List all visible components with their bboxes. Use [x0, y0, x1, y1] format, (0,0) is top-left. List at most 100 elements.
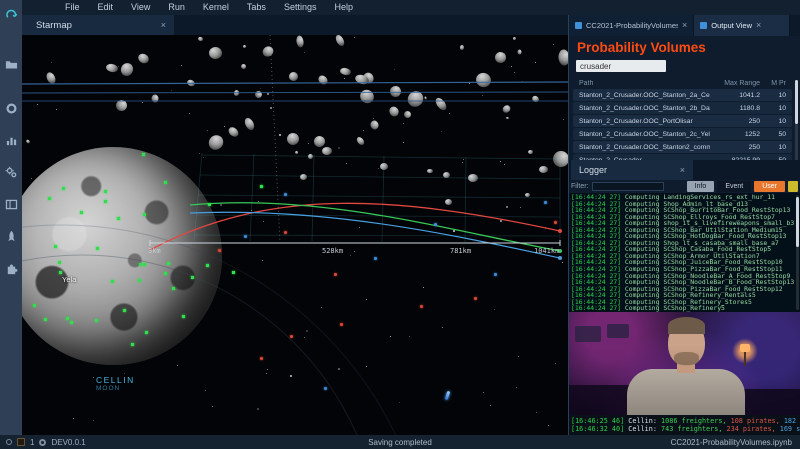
- folder-icon[interactable]: [3, 56, 19, 72]
- poi-marker-red[interactable]: [340, 323, 343, 326]
- poi-marker-blue[interactable]: [494, 273, 497, 276]
- poi-marker-green[interactable]: [208, 203, 211, 206]
- warning-filter-button[interactable]: [788, 181, 798, 192]
- event-filter-button[interactable]: Event: [717, 181, 751, 192]
- starmap-viewport[interactable]: 3km528km781km1041km Yela CELLIN MOON: [22, 35, 568, 435]
- chart-icon[interactable]: [3, 132, 19, 148]
- cell-m-pr: 10: [760, 92, 786, 99]
- table-row[interactable]: Stanton_2_Crusader.OOC_Stanton2_comm_001…: [573, 141, 792, 153]
- poi-marker-blue[interactable]: [434, 223, 437, 226]
- poi-marker-red[interactable]: [420, 305, 423, 308]
- menu-item-tabs[interactable]: Tabs: [238, 0, 275, 15]
- poi-marker-green[interactable]: [182, 315, 185, 318]
- info-filter-button[interactable]: Info: [687, 181, 715, 192]
- log-scrollbar[interactable]: [796, 195, 799, 310]
- tab-logger-label: Logger: [579, 165, 607, 175]
- poi-marker-green[interactable]: [58, 261, 61, 264]
- background-screen: [607, 324, 629, 338]
- poi-marker-green[interactable]: [104, 190, 107, 193]
- layout-icon[interactable]: [3, 196, 19, 212]
- poi-marker-green[interactable]: [260, 185, 263, 188]
- poi-marker-blue[interactable]: [324, 387, 327, 390]
- menu-item-file[interactable]: File: [56, 0, 89, 15]
- poi-marker-blue[interactable]: [244, 235, 247, 238]
- menu-item-help[interactable]: Help: [325, 0, 362, 15]
- tab-starmap[interactable]: Starmap ×: [22, 15, 174, 35]
- table-row[interactable]: Stanton_2_Crusader.OOC_Stanton_2a_Cellin…: [573, 89, 792, 101]
- puzzle-icon[interactable]: [3, 260, 19, 276]
- poi-marker-green[interactable]: [117, 217, 120, 220]
- poi-marker-green[interactable]: [96, 247, 99, 250]
- close-icon[interactable]: ×: [682, 20, 687, 30]
- record-icon[interactable]: [3, 100, 19, 116]
- poi-marker-green[interactable]: [206, 264, 209, 267]
- poi-marker-red[interactable]: [554, 221, 557, 224]
- poi-marker-green[interactable]: [104, 200, 107, 203]
- poi-marker-red[interactable]: [474, 297, 477, 300]
- poi-marker-green[interactable]: [232, 271, 235, 274]
- poi-marker-green[interactable]: [111, 280, 114, 283]
- poi-marker-green[interactable]: [62, 187, 65, 190]
- poi-label[interactable]: Yela: [62, 275, 76, 284]
- header-m-pr: M Pr: [760, 80, 786, 87]
- tab-output-view[interactable]: Output View ×: [694, 14, 790, 36]
- poi-marker-red[interactable]: [334, 273, 337, 276]
- poi-marker-blue[interactable]: [284, 193, 287, 196]
- stat-sv-f: 1086 freighters,: [661, 417, 731, 425]
- table-row[interactable]: Stanton_2_Crusader.OOC_Stanton_2c_Yela12…: [573, 128, 792, 140]
- poi-marker-green[interactable]: [123, 309, 126, 312]
- poi-marker-green[interactable]: [59, 271, 62, 274]
- table-row[interactable]: Stanton_2_Crusader.OOC_PortOlisar25010: [573, 115, 792, 127]
- poi-marker-green[interactable]: [164, 181, 167, 184]
- menu-item-view[interactable]: View: [122, 0, 159, 15]
- poi-marker-blue[interactable]: [544, 201, 547, 204]
- poi-marker-green[interactable]: [191, 276, 194, 279]
- menu-item-settings[interactable]: Settings: [275, 0, 326, 15]
- body-type: MOON: [96, 385, 135, 392]
- poi-marker-green[interactable]: [131, 343, 134, 346]
- poi-marker-green[interactable]: [66, 317, 69, 320]
- poi-marker-green[interactable]: [164, 272, 167, 275]
- services-icon[interactable]: [3, 164, 19, 180]
- menu-item-kernel[interactable]: Kernel: [194, 0, 238, 15]
- close-icon[interactable]: ×: [680, 165, 685, 175]
- poi-marker-green[interactable]: [33, 304, 36, 307]
- poi-marker-green[interactable]: [95, 319, 98, 322]
- tab-label: Output View: [711, 21, 752, 30]
- poi-marker-green[interactable]: [143, 213, 146, 216]
- poi-marker-blue[interactable]: [374, 257, 377, 260]
- poi-marker-green[interactable]: [54, 245, 57, 248]
- tab-logger[interactable]: Logger ×: [571, 160, 693, 180]
- poi-marker-green[interactable]: [142, 153, 145, 156]
- menu-item-run[interactable]: Run: [159, 0, 194, 15]
- close-icon[interactable]: ×: [756, 20, 761, 30]
- poi-marker-green[interactable]: [145, 331, 148, 334]
- status-bar: 1 DEV0.0.1 Saving completed CC2021-Proba…: [0, 435, 800, 449]
- close-icon[interactable]: ×: [161, 20, 166, 30]
- rocket-icon[interactable]: [3, 228, 19, 244]
- tab-cc2021-probabilityvolumes-i[interactable]: CC2021-ProbabilityVolumes.i×: [569, 14, 694, 36]
- lamp: [740, 344, 750, 352]
- filter-input[interactable]: [592, 182, 664, 191]
- stat-sv-s: 182 securities: [784, 417, 800, 425]
- poi-marker-red[interactable]: [284, 231, 287, 234]
- panel-title: Probability Volumes: [577, 40, 706, 55]
- poi-marker-green[interactable]: [139, 263, 142, 266]
- poi-marker-green[interactable]: [44, 318, 47, 321]
- poi-marker-green[interactable]: [80, 211, 83, 214]
- menu-item-edit[interactable]: Edit: [89, 0, 123, 15]
- poi-marker-red[interactable]: [290, 335, 293, 338]
- poi-marker-green[interactable]: [138, 279, 141, 282]
- poi-marker-red[interactable]: [218, 249, 221, 252]
- poi-marker-green[interactable]: [167, 262, 170, 265]
- poi-marker-green[interactable]: [48, 197, 51, 200]
- user-filter-button[interactable]: User: [754, 181, 785, 192]
- poi-marker-green[interactable]: [172, 287, 175, 290]
- poi-marker-green[interactable]: [70, 321, 73, 324]
- poi-marker-red[interactable]: [260, 357, 263, 360]
- table-row[interactable]: Stanton_2_Crusader.OOC_Stanton_2b_Daymar…: [573, 102, 792, 114]
- search-input[interactable]: [576, 60, 666, 72]
- log-message: Computing SCShop_Refinery5: [625, 304, 725, 312]
- poi-marker-green[interactable]: [143, 263, 146, 266]
- body-label[interactable]: CELLIN MOON: [96, 375, 135, 392]
